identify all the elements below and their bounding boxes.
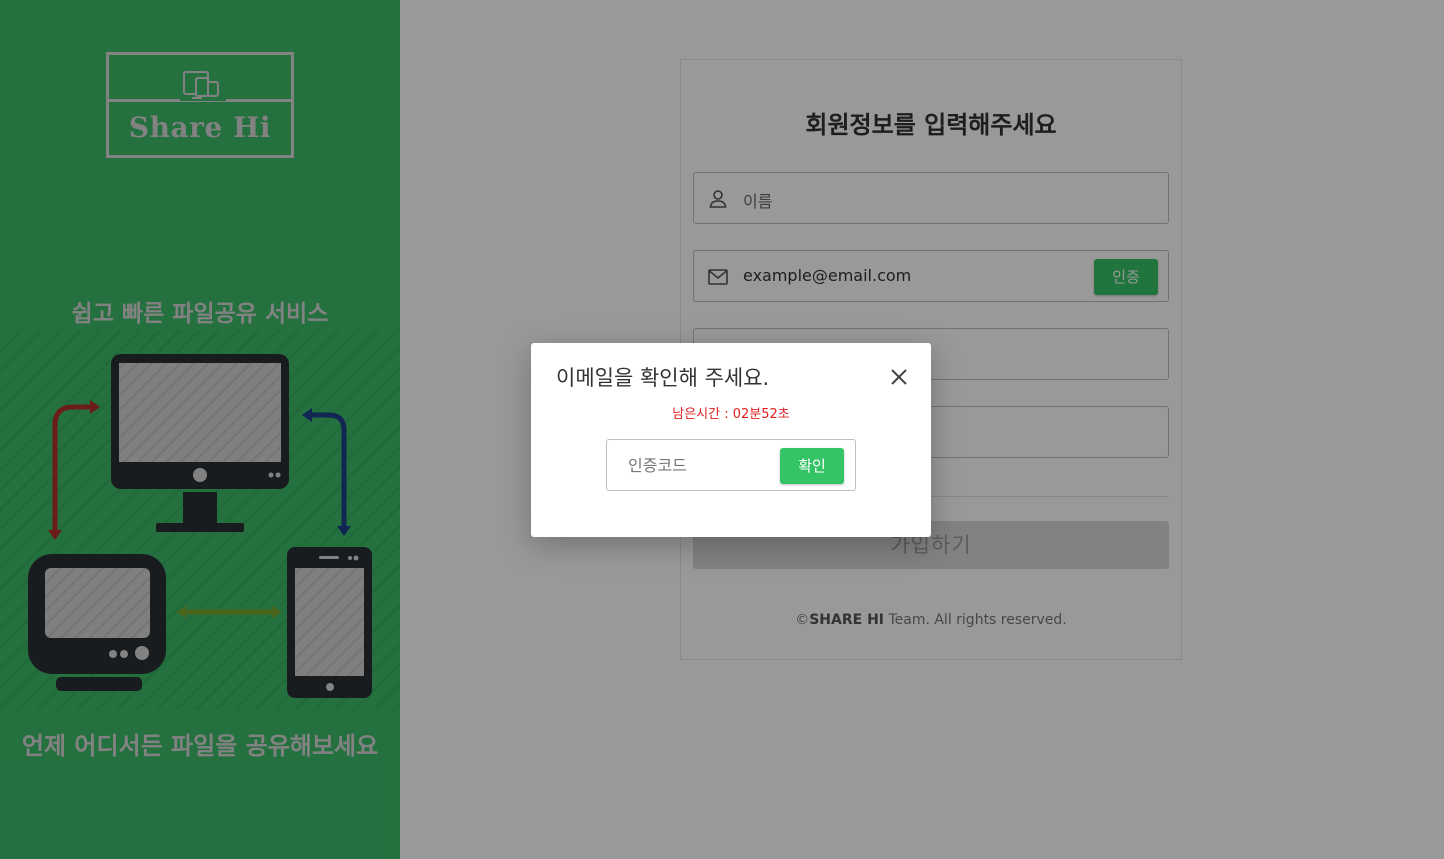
verification-code-box: 확인 <box>606 439 856 491</box>
email-verify-modal: 이메일을 확인해 주세요. 남은시간 : 02분52초 확인 <box>531 343 931 537</box>
verification-code-input[interactable] <box>619 450 769 480</box>
confirm-button[interactable]: 확인 <box>780 448 844 484</box>
close-icon[interactable] <box>889 367 909 387</box>
modal-title: 이메일을 확인해 주세요. <box>556 366 770 390</box>
remaining-time: 남은시간 : 02분52초 <box>672 407 790 422</box>
